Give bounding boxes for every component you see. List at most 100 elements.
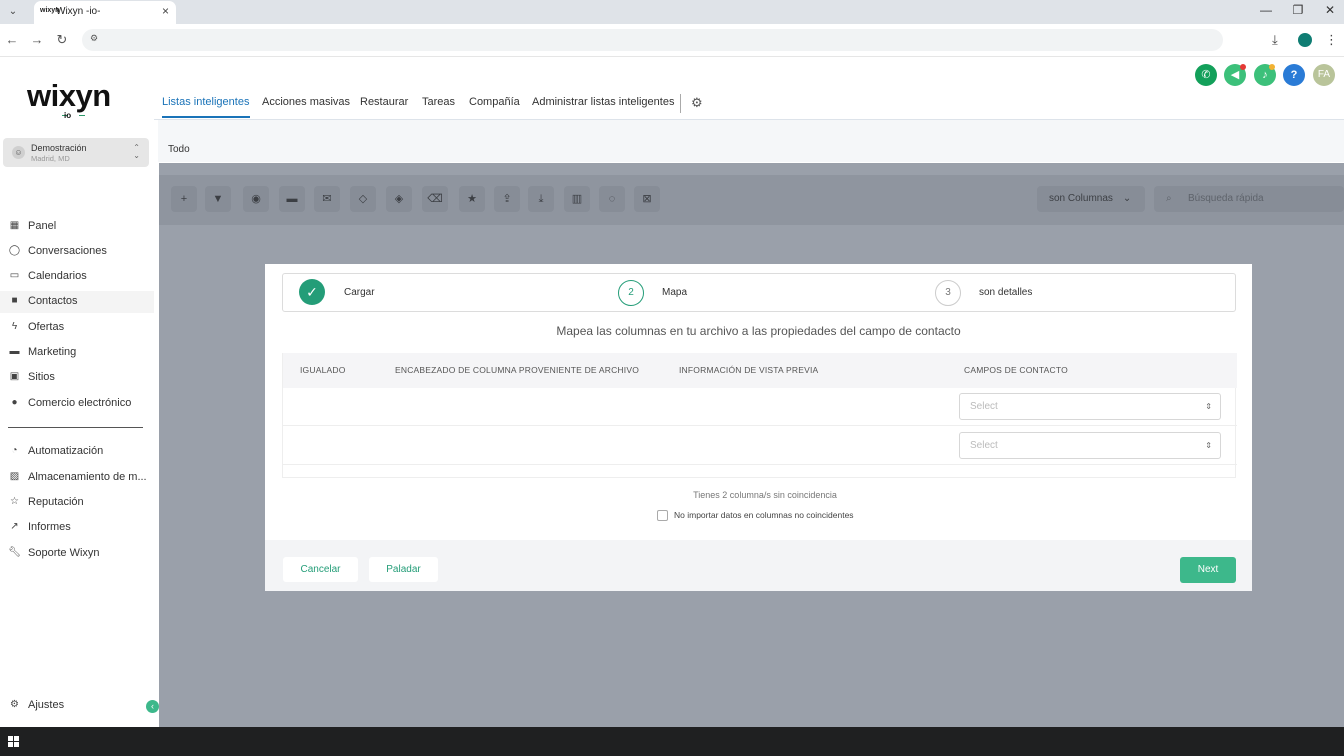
updown-chevron-icon: ⇕ bbox=[1205, 441, 1212, 450]
download-icon[interactable]: ⤓ bbox=[1272, 32, 1278, 48]
sidebar-item-almacenamiento[interactable]: ▨ Almacenamiento de m... bbox=[0, 467, 154, 489]
sidebar-item-reputacion[interactable]: ☆ Reputación bbox=[0, 492, 154, 514]
browser-tab-bar: ⌄ wixyn Wixyn -io- × — ❐ ✕ bbox=[0, 0, 1344, 24]
sidebar-item-panel[interactable]: ▦ Panel bbox=[0, 216, 154, 238]
step-number-2: 2 bbox=[618, 280, 644, 306]
subtab-todo[interactable]: Todo bbox=[168, 144, 190, 155]
tab-acciones-masivas[interactable]: Acciones masivas bbox=[262, 96, 350, 108]
updown-chevron-icon: ⌃ ⌄ bbox=[133, 143, 140, 160]
search-placeholder: Búsqueda rápida bbox=[1188, 193, 1264, 204]
browser-tab[interactable]: wixyn Wixyn -io- × bbox=[34, 1, 176, 24]
sidebar-item-ajustes[interactable]: ⚙ Ajustes bbox=[0, 695, 154, 717]
skip-unmatched-label[interactable]: No importar datos en columnas no coincid… bbox=[674, 510, 854, 520]
browser-address-bar: ← → ↻ ⚙ ⤓ ⋮ bbox=[0, 24, 1344, 57]
company-icon[interactable]: ▥ bbox=[564, 186, 590, 212]
phone-icon[interactable]: ✆ bbox=[1195, 64, 1217, 86]
contact-field-select[interactable]: Select ⇕ bbox=[959, 432, 1221, 459]
merge-icon[interactable]: ⊠ bbox=[634, 186, 660, 212]
gear-icon[interactable]: ⚙ bbox=[691, 95, 703, 111]
tab-tareas[interactable]: Tareas bbox=[422, 96, 455, 108]
account-avatar-icon: ☺ bbox=[12, 146, 25, 159]
check-icon: ✓ bbox=[299, 279, 325, 305]
tab-menu-icon[interactable]: ⌄ bbox=[4, 3, 22, 21]
logo-accent bbox=[79, 115, 85, 116]
sidebar-item-label: Marketing bbox=[28, 346, 77, 358]
close-icon[interactable]: × bbox=[162, 4, 169, 18]
sidebar-item-label: Soporte Wixyn bbox=[28, 547, 100, 559]
tab-listas-inteligentes[interactable]: Listas inteligentes bbox=[162, 96, 249, 108]
remove-tag-icon[interactable]: ◈ bbox=[386, 186, 412, 212]
notification-badge bbox=[1269, 64, 1275, 70]
windows-start-icon[interactable] bbox=[8, 736, 20, 748]
modal-footer: Cancelar Paladar Next bbox=[265, 540, 1252, 591]
add-tag-icon[interactable]: ◇ bbox=[350, 186, 376, 212]
gear-icon: ⚙ bbox=[10, 699, 19, 710]
back-button[interactable]: Paladar bbox=[369, 557, 438, 582]
mapping-table-header: IGUALADO ENCABEZADO DE COLUMNA PROVENIEN… bbox=[283, 353, 1237, 388]
sidebar-item-ofertas[interactable]: ϟ Ofertas bbox=[0, 317, 154, 339]
url-input[interactable]: ⚙ bbox=[82, 29, 1223, 51]
reload-icon[interactable]: ↻ bbox=[54, 32, 70, 48]
logo-sub: io bbox=[64, 111, 72, 120]
trash-icon[interactable]: ⌫ bbox=[422, 186, 448, 212]
site-settings-icon[interactable]: ⚙ bbox=[90, 33, 98, 44]
whatsapp-icon[interactable]: ◌ bbox=[599, 186, 625, 212]
contacts-icon: ■ bbox=[11, 295, 18, 306]
tab-compania[interactable]: Compañía bbox=[469, 96, 520, 108]
avatar[interactable]: FA bbox=[1313, 64, 1335, 86]
sidebar-item-soporte[interactable]: 🔧︎ Soporte Wixyn bbox=[0, 543, 154, 565]
email-icon[interactable]: ✉ bbox=[314, 186, 340, 212]
export-icon[interactable]: ⇪ bbox=[494, 186, 520, 212]
sidebar-item-comercio[interactable]: ● Comercio electrónico bbox=[0, 393, 154, 415]
back-icon[interactable]: ← bbox=[4, 32, 20, 47]
columns-dropdown[interactable]: son Columnas ⌄ bbox=[1037, 186, 1145, 212]
top-navigation: Listas inteligentes Acciones masivas Res… bbox=[154, 58, 1344, 120]
account-switcher[interactable]: ☺ Demostración Madrid, MD ⌃ ⌄ bbox=[3, 138, 149, 167]
calendar-icon: ▭ bbox=[9, 270, 20, 281]
window-close-icon[interactable]: ✕ bbox=[1320, 3, 1340, 17]
next-button[interactable]: Next bbox=[1180, 557, 1236, 583]
contacts-toolbar: + ▼ ◉ ▬ ✉ ◇ ◈ ⌫ ★ ⇪ ⤓ ▥ ◌ ⊠ son Columnas… bbox=[159, 175, 1344, 225]
import-icon[interactable]: ⤓ bbox=[528, 186, 554, 212]
sidebar-item-conversaciones[interactable]: ◯ Conversaciones bbox=[0, 241, 154, 263]
chat-icon: ◯ bbox=[8, 245, 21, 256]
sidebar: wixyn io ☺ Demostración Madrid, MD ⌃ ⌄ ▦ … bbox=[0, 58, 159, 727]
site-icon: ▣ bbox=[9, 371, 20, 382]
mapping-table: IGUALADO ENCABEZADO DE COLUMNA PROVENIEN… bbox=[282, 353, 1237, 478]
step-label-mapa: Mapa bbox=[662, 287, 688, 298]
sidebar-item-marketing[interactable]: ▬ Marketing bbox=[0, 342, 154, 364]
add-icon[interactable]: + bbox=[171, 186, 197, 212]
robot-icon[interactable]: ◉ bbox=[243, 186, 269, 212]
step-label-cargar: Cargar bbox=[344, 287, 375, 298]
sidebar-item-sitios[interactable]: ▣ Sitios bbox=[0, 367, 154, 389]
columns-label: son Columnas bbox=[1049, 193, 1113, 204]
filter-icon[interactable]: ▼ bbox=[205, 186, 231, 212]
minimize-icon[interactable]: — bbox=[1256, 3, 1276, 17]
star-icon[interactable]: ★ bbox=[459, 186, 485, 212]
sidebar-item-label: Reputación bbox=[28, 496, 84, 508]
table-row: Select ⇕ bbox=[283, 388, 1237, 426]
skip-unmatched-checkbox[interactable] bbox=[657, 510, 668, 521]
help-icon[interactable]: ? bbox=[1283, 64, 1305, 86]
sidebar-item-informes[interactable]: ↗ Informes bbox=[0, 517, 154, 539]
cancel-button[interactable]: Cancelar bbox=[283, 557, 358, 582]
restore-icon[interactable]: ❐ bbox=[1288, 3, 1308, 17]
message-icon[interactable]: ▬ bbox=[279, 186, 305, 212]
tab-administrar-listas[interactable]: Administrar listas inteligentes bbox=[532, 96, 674, 108]
sidebar-item-contactos[interactable]: ■ Contactos bbox=[0, 291, 154, 313]
table-row: Select ⇕ bbox=[283, 427, 1237, 465]
contact-field-select[interactable]: Select ⇕ bbox=[959, 393, 1221, 420]
more-icon[interactable]: ⋮ bbox=[1325, 32, 1338, 48]
sidebar-item-label: Panel bbox=[28, 220, 57, 232]
select-placeholder: Select bbox=[970, 401, 998, 412]
chevron-down-icon: ⌄ bbox=[1122, 193, 1132, 204]
tab-restaurar[interactable]: Restaurar bbox=[360, 96, 408, 108]
updown-chevron-icon: ⇕ bbox=[1205, 402, 1212, 411]
sidebar-item-calendarios[interactable]: ▭ Calendarios bbox=[0, 266, 154, 288]
sidebar-collapse-button[interactable]: ‹ bbox=[146, 700, 159, 713]
quick-search-input[interactable]: ⌕ Búsqueda rápida bbox=[1154, 186, 1344, 212]
profile-icon[interactable] bbox=[1298, 33, 1312, 47]
sidebar-item-automatizacion[interactable]: ◔ Automatización bbox=[0, 441, 154, 463]
sidebar-item-label: Contactos bbox=[28, 295, 78, 307]
forward-icon[interactable]: → bbox=[29, 32, 45, 47]
